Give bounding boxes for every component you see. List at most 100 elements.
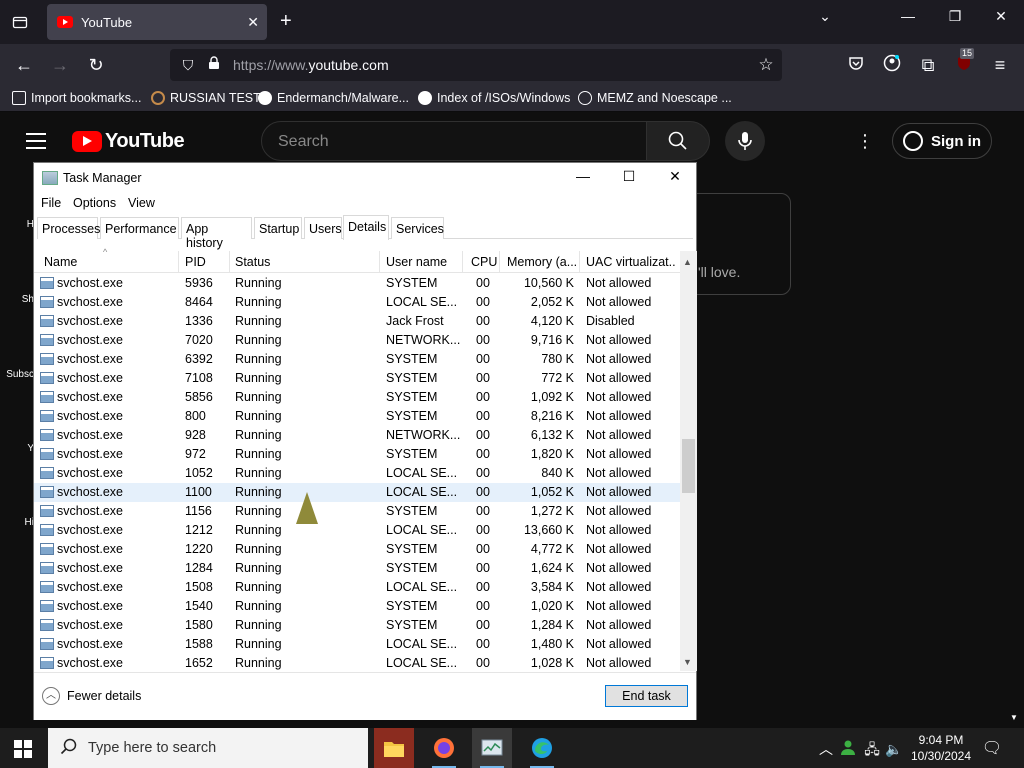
taskbar-clock[interactable]: 9:04 PM 10/30/2024 [908,732,974,764]
table-row[interactable]: svchost.exe 5856 Running SYSTEM 00 1,092 K Not… [34,388,680,407]
table-row[interactable]: svchost.exe 800 Running SYSTEM 00 8,216 K Not … [34,407,680,426]
show-hidden-icons-chevron-icon[interactable]: ︿ [814,738,838,760]
page-scroll-down-icon[interactable]: ▼ [1010,713,1018,722]
col-name[interactable]: Name [44,255,77,269]
volume-icon[interactable]: 🔈 [882,738,906,760]
tm-minimize-icon[interactable]: — [568,168,598,188]
more-options-icon[interactable]: ⋮ [856,131,874,152]
scroll-up-icon[interactable]: ▲ [683,257,692,267]
sidebar-item-history[interactable]: Hi [0,517,34,528]
tab-performance[interactable]: Performance [100,217,179,239]
table-row[interactable]: svchost.exe 1220 Running SYSTEM 00 4,772 K Not… [34,540,680,559]
table-row[interactable]: svchost.exe 8464 Running LOCAL SE... 00 2,052… [34,293,680,312]
tab-details[interactable]: Details [343,215,389,240]
tm-close-icon[interactable]: ✕ [660,168,690,188]
table-row[interactable]: svchost.exe 5936 Running SYSTEM 00 10,560 K No… [34,274,680,293]
close-tab-icon[interactable]: ✕ [247,14,259,31]
fewer-details-link[interactable]: Fewer details [67,689,141,703]
table-row[interactable]: svchost.exe 7020 Running NETWORK... 00 9,716 … [34,331,680,350]
youtube-search-input[interactable]: Search [261,121,647,161]
table-row[interactable]: svchost.exe 6392 Running SYSTEM 00 780 K Not a… [34,350,680,369]
col-uac-virtualization[interactable]: UAC virtualizat... [586,255,676,269]
forward-icon[interactable]: → [48,54,72,76]
tab-startup[interactable]: Startup [254,217,302,239]
col-memory[interactable]: Memory (a... [507,255,577,269]
bookmark-import[interactable]: Import bookmarks... [12,91,141,105]
extensions-puzzle-icon[interactable]: ⧉ [916,54,940,76]
table-row[interactable]: svchost.exe 7108 Running SYSTEM 00 772 K Not a… [34,369,680,388]
col-cpu[interactable]: CPU [471,255,497,269]
col-status[interactable]: Status [235,255,270,269]
table-row[interactable]: svchost.exe 1052 Running LOCAL SE... 00 840 K… [34,464,680,483]
col-user-name[interactable]: User name [386,255,447,269]
file-explorer-icon[interactable] [374,728,414,768]
guide-menu-icon[interactable] [26,133,46,154]
hamburger-menu-icon[interactable]: ≡ [988,54,1012,76]
voice-search-button[interactable] [725,121,765,161]
bookmark-star-icon[interactable]: ☆ [754,54,778,76]
scroll-down-icon[interactable]: ▼ [683,657,692,667]
bookmark-memz[interactable]: MEMZ and Noescape ... [578,91,732,105]
youtube-logo[interactable]: YouTube [72,130,185,153]
scrollbar-thumb[interactable] [682,439,695,493]
tracking-shield-icon[interactable]: ⛉ [176,54,200,76]
notifications-icon[interactable]: 🗨 [980,738,1004,760]
table-row[interactable]: svchost.exe 1652 Running LOCAL SE... 00 1,028… [34,654,680,671]
list-all-tabs-icon[interactable] [8,10,32,34]
youtube-search-button[interactable] [646,121,710,161]
task-manager-icon[interactable] [472,728,512,768]
edge-icon[interactable] [522,728,562,768]
bookmark-russian-test[interactable]: RUSSIAN TEST [151,91,261,105]
windows-start-icon[interactable] [14,740,32,758]
taskbar-search-input[interactable]: Type here to search [48,728,368,768]
tab-services[interactable]: Services [391,217,444,239]
pocket-icon[interactable] [844,54,868,76]
table-row[interactable]: svchost.exe 1588 Running LOCAL SE... 00 1,480… [34,635,680,654]
url-bar[interactable]: ⛉ https://www.youtube.com ☆ [170,49,782,81]
tab-processes[interactable]: Processes [37,217,100,239]
table-row[interactable]: svchost.exe 1212 Running LOCAL SE... 00 13,66… [34,521,680,540]
table-row[interactable]: svchost.exe 1156 Running SYSTEM 00 1,272 K Not… [34,502,680,521]
table-vertical-scrollbar[interactable]: ▲ ▼ [680,251,697,671]
sidebar-item-subscriptions[interactable]: Subsc [0,369,34,380]
table-row[interactable]: svchost.exe 1100 Running LOCAL SE... 00 1,052… [34,483,680,502]
end-task-button[interactable]: End task [605,685,688,707]
menu-file[interactable]: File [41,196,61,210]
sidebar-item-shorts[interactable]: Sh [0,294,34,305]
new-tab-icon[interactable]: + [280,10,292,32]
table-row[interactable]: svchost.exe 1284 Running SYSTEM 00 1,624 K Not… [34,559,680,578]
table-row[interactable]: svchost.exe 1508 Running LOCAL SE... 00 3,584… [34,578,680,597]
col-pid[interactable]: PID [185,255,206,269]
minimize-icon[interactable]: — [893,8,923,24]
back-icon[interactable]: ← [12,54,36,76]
tab-users[interactable]: Users [304,217,342,239]
sidebar-item-you[interactable]: Y [0,443,34,454]
tab-app-history[interactable]: App history [181,217,252,250]
process-user: LOCAL SE... [386,466,458,480]
ublock-extension-icon[interactable]: 15 [952,48,976,76]
bookmark-index-isos[interactable]: Index of /ISOs/Windows [418,91,570,105]
firefox-icon[interactable] [424,728,464,768]
table-row[interactable]: svchost.exe 1540 Running SYSTEM 00 1,020 K Not… [34,597,680,616]
bookmark-endermanch-malware[interactable]: Endermanch/Malware... [258,91,409,105]
tab-youtube[interactable]: YouTube ✕ [47,4,267,40]
menu-options[interactable]: Options [73,196,116,210]
task-manager-title-bar[interactable]: Task Manager — ☐ ✕ [34,163,696,193]
network-icon[interactable]: 🖧 [860,738,884,760]
tm-maximize-icon[interactable]: ☐ [614,168,644,188]
tab-overflow-chevron-icon[interactable]: ⌄ [810,8,840,25]
sidebar-item-home[interactable]: H [0,219,34,230]
close-window-icon[interactable]: ✕ [986,8,1016,25]
chevron-up-circle-icon[interactable]: ︿ [42,687,60,705]
table-row[interactable]: svchost.exe 1580 Running SYSTEM 00 1,284 K Not… [34,616,680,635]
lock-icon[interactable] [202,54,226,76]
restore-icon[interactable]: ❐ [940,8,970,25]
sign-in-button[interactable]: Sign in [892,123,992,159]
table-row[interactable]: svchost.exe 972 Running SYSTEM 00 1,820 K Not … [34,445,680,464]
reload-icon[interactable]: ↻ [84,54,108,76]
user-tray-icon[interactable] [836,738,860,760]
account-icon[interactable] [880,54,904,76]
table-row[interactable]: svchost.exe 928 Running NETWORK... 00 6,132 K… [34,426,680,445]
table-row[interactable]: svchost.exe 1336 Running Jack Frost 00 4,120 … [34,312,680,331]
menu-view[interactable]: View [128,196,155,210]
